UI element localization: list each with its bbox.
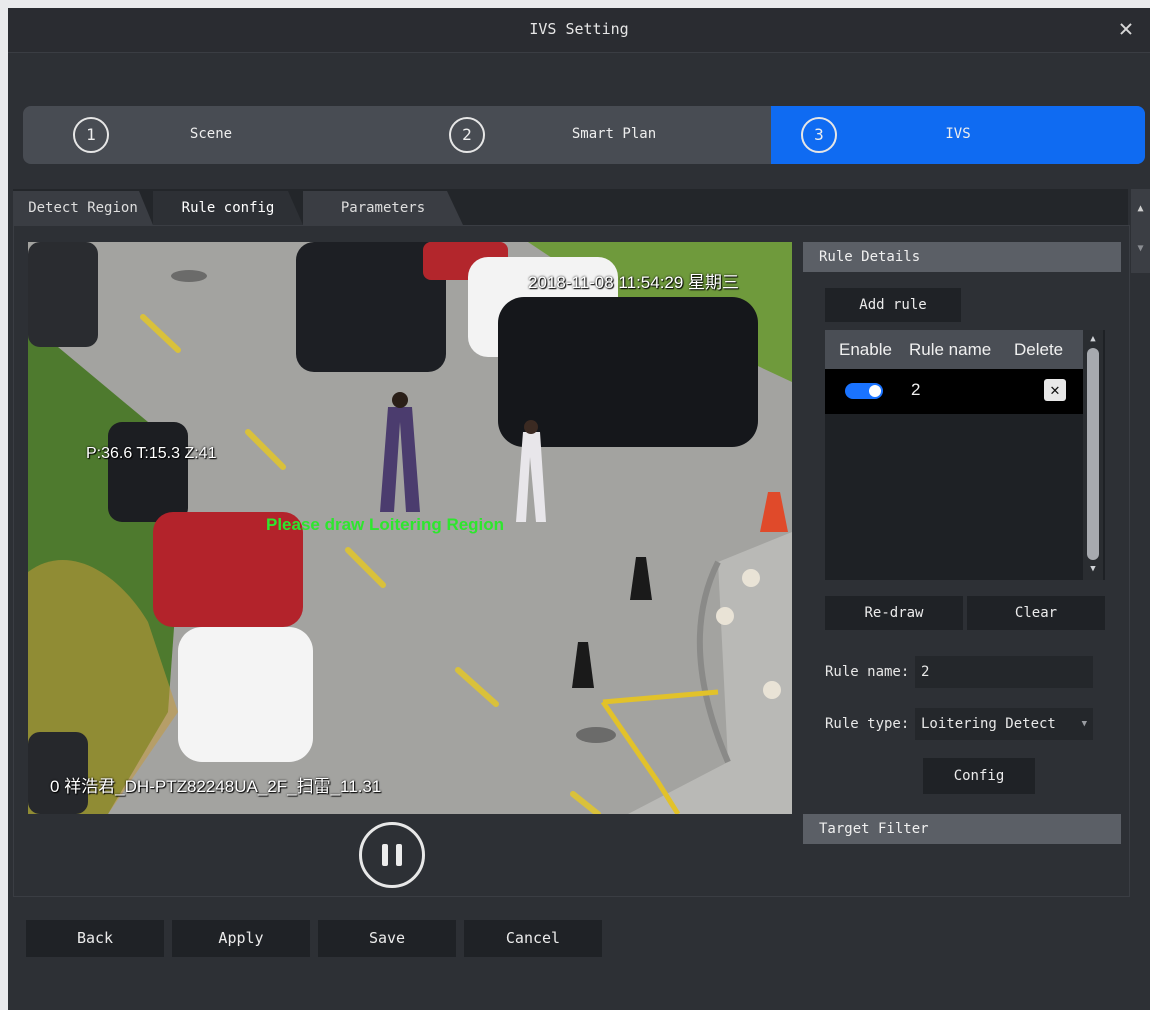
window-title: IVS Setting [529,20,629,38]
target-filter-header[interactable]: Target Filter [803,814,1121,844]
ivs-setting-window: IVS Setting ✕ 1 Scene 2 Smart Plan 3 IVS… [8,8,1150,1010]
tab-scroll-buttons: ▲ ▼ [1131,189,1150,273]
ptz-position-info: P:36.6 T:15.3 Z:41 [86,445,217,462]
add-rule-button[interactable]: Add rule [825,288,961,322]
step-label: Smart Plan [571,126,657,142]
enable-toggle[interactable] [845,383,883,399]
scroll-thumb[interactable] [1087,348,1099,560]
rule-name-cell: 2 [911,380,921,399]
tab-rule-config[interactable]: Rule config [153,191,303,225]
tab-bar: Detect Region Rule config Parameters [13,189,1128,225]
back-button[interactable]: Back [26,920,164,957]
tab-detect-region[interactable]: Detect Region [13,191,153,225]
rule-type-value: Loitering Detect [921,716,1056,732]
cancel-button[interactable]: Cancel [464,920,602,957]
rule-type-select[interactable]: Loitering Detect ▼ [915,708,1093,740]
rule-details-header: Rule Details [803,242,1121,272]
title-bar: IVS Setting ✕ [8,8,1150,53]
rule-details-panel: Rule Details Add rule Enable Rule name D… [803,242,1121,846]
step-label: Scene [189,126,233,142]
tab-parameters[interactable]: Parameters [303,191,463,225]
rule-table-scrollbar[interactable]: ▲ ▼ [1083,330,1103,580]
redraw-button[interactable]: Re-draw [825,596,963,630]
table-row[interactable]: 2 ✕ [825,369,1083,414]
delete-rule-icon[interactable]: ✕ [1044,379,1066,401]
draw-region-prompt: Please draw Loitering Region [266,515,505,534]
column-enable: Enable [839,340,892,359]
column-delete: Delete [1014,340,1064,359]
step-label: IVS [945,126,971,142]
pause-button[interactable] [359,822,425,888]
config-button[interactable]: Config [923,758,1035,794]
scroll-up-icon[interactable]: ▲ [1131,189,1150,229]
step-smart-plan[interactable]: 2 Smart Plan [399,106,769,164]
step-ivs[interactable]: 3 IVS [771,106,1145,164]
video-timestamp: 2018-11-08 11:54:29 星期三 [528,273,740,292]
step-scene[interactable]: 1 Scene [23,106,399,164]
close-icon[interactable]: ✕ [1112,14,1140,42]
rule-name-input[interactable]: 2 [915,656,1093,688]
rule-type-label: Rule type: [825,716,910,732]
rule-table-header: Enable Rule name Delete [825,330,1083,369]
channel-name-overlay: 0 祥浩君_DH-PTZ82248UA_2F_扫雷_11.31 [50,777,382,796]
scroll-up-icon[interactable]: ▲ [1087,332,1099,346]
clear-button[interactable]: Clear [967,596,1105,630]
rule-name-label: Rule name: [825,664,910,680]
chevron-down-icon: ▼ [1081,719,1087,729]
video-preview[interactable]: 2018-11-08 11:54:29 星期三 P:36.6 T:15.3 Z:… [28,242,792,814]
rule-config-content: 2018-11-08 11:54:29 星期三 P:36.6 T:15.3 Z:… [13,225,1130,897]
step-progress-bar: 1 Scene 2 Smart Plan 3 IVS [23,106,1145,164]
scroll-down-icon[interactable]: ▼ [1087,562,1099,576]
column-rule-name: Rule name [909,340,992,359]
save-button[interactable]: Save [318,920,456,957]
rule-table: Enable Rule name Delete 2 ✕ ▲ ▼ [825,330,1105,580]
scroll-down-icon[interactable]: ▼ [1131,229,1150,269]
apply-button[interactable]: Apply [172,920,310,957]
